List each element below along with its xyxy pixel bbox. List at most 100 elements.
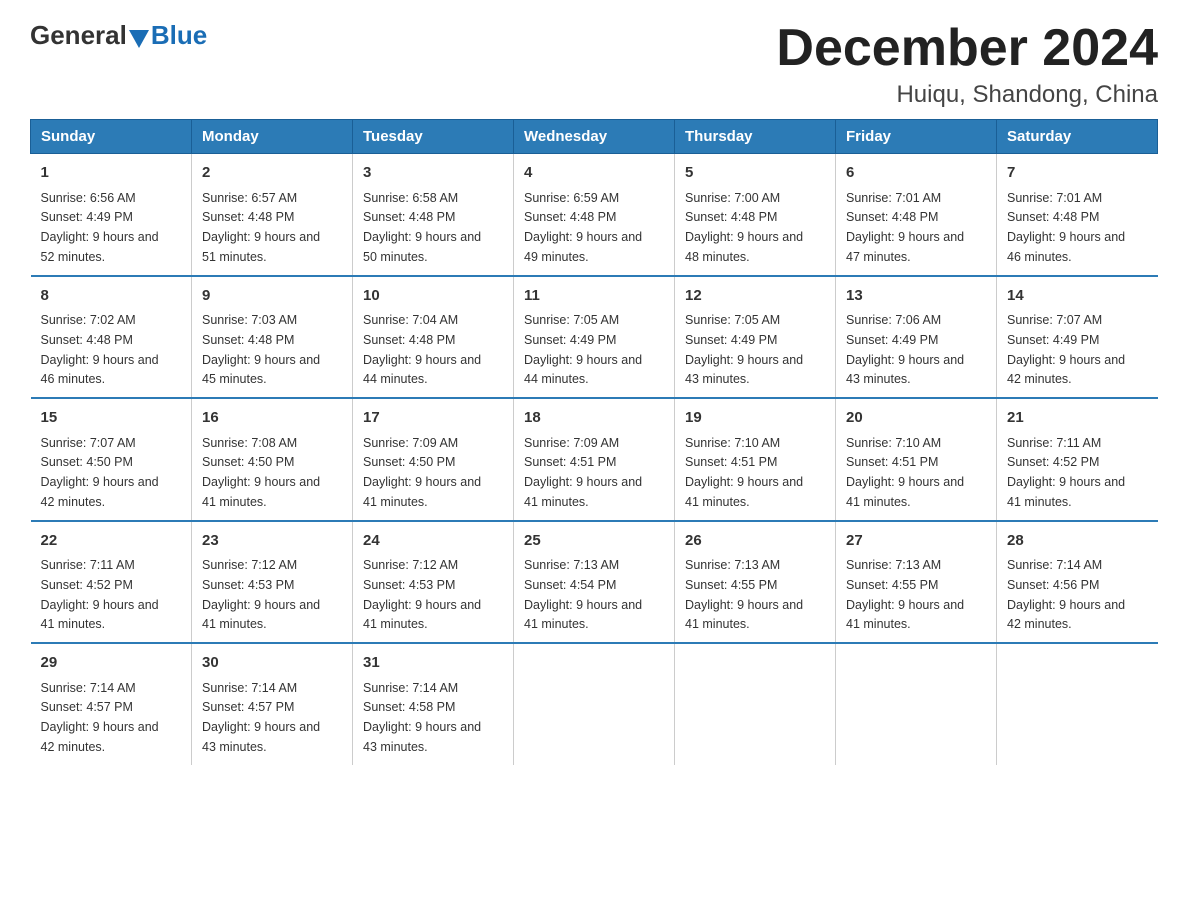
calendar-cell: 7 Sunrise: 7:01 AMSunset: 4:48 PMDaylight… [997, 154, 1158, 276]
day-info: Sunrise: 7:14 AMSunset: 4:56 PMDaylight:… [1007, 558, 1125, 631]
day-info: Sunrise: 7:09 AMSunset: 4:50 PMDaylight:… [363, 436, 481, 509]
day-info: Sunrise: 6:57 AMSunset: 4:48 PMDaylight:… [202, 191, 320, 264]
day-number: 24 [363, 530, 503, 553]
header-cell-sunday: Sunday [31, 120, 192, 154]
day-number: 17 [363, 407, 503, 430]
day-number: 15 [41, 407, 182, 430]
calendar-cell: 2 Sunrise: 6:57 AMSunset: 4:48 PMDaylight… [192, 154, 353, 276]
calendar-cell: 3Sunrise: 6:58 AMSunset: 4:48 PMDaylight… [353, 154, 514, 276]
day-info: Sunrise: 7:13 AMSunset: 4:55 PMDaylight:… [685, 558, 803, 631]
header-cell-monday: Monday [192, 120, 353, 154]
day-number: 28 [1007, 530, 1148, 553]
day-number: 1 [41, 162, 182, 185]
calendar-cell: 28 Sunrise: 7:14 AMSunset: 4:56 PMDayligh… [997, 521, 1158, 644]
day-info: Sunrise: 7:14 AMSunset: 4:57 PMDaylight:… [41, 681, 159, 754]
day-number: 12 [685, 285, 825, 308]
logo-blue-text: Blue [151, 20, 207, 51]
day-number: 8 [41, 285, 182, 308]
calendar-cell: 14 Sunrise: 7:07 AMSunset: 4:49 PMDayligh… [997, 276, 1158, 399]
calendar-cell: 31Sunrise: 7:14 AMSunset: 4:58 PMDayligh… [353, 643, 514, 765]
day-info: Sunrise: 7:09 AMSunset: 4:51 PMDaylight:… [524, 436, 642, 509]
header-cell-tuesday: Tuesday [353, 120, 514, 154]
day-number: 13 [846, 285, 986, 308]
day-info: Sunrise: 7:01 AMSunset: 4:48 PMDaylight:… [1007, 191, 1125, 264]
day-number: 25 [524, 530, 664, 553]
day-info: Sunrise: 7:11 AMSunset: 4:52 PMDaylight:… [1007, 436, 1125, 509]
calendar-cell: 11 Sunrise: 7:05 AMSunset: 4:49 PMDayligh… [514, 276, 675, 399]
calendar-cell: 1 Sunrise: 6:56 AMSunset: 4:49 PMDaylight… [31, 154, 192, 276]
day-number: 29 [41, 652, 182, 675]
day-info: Sunrise: 7:14 AMSunset: 4:57 PMDaylight:… [202, 681, 320, 754]
calendar-cell: 16Sunrise: 7:08 AMSunset: 4:50 PMDayligh… [192, 398, 353, 521]
day-info: Sunrise: 7:01 AMSunset: 4:48 PMDaylight:… [846, 191, 964, 264]
calendar-cell: 29 Sunrise: 7:14 AMSunset: 4:57 PMDayligh… [31, 643, 192, 765]
calendar-cell: 22Sunrise: 7:11 AMSunset: 4:52 PMDayligh… [31, 521, 192, 644]
logo: General Blue [30, 20, 207, 51]
calendar-cell [675, 643, 836, 765]
logo-general-text: General [30, 20, 127, 51]
day-info: Sunrise: 7:13 AMSunset: 4:55 PMDaylight:… [846, 558, 964, 631]
day-info: Sunrise: 7:07 AMSunset: 4:50 PMDaylight:… [41, 436, 159, 509]
header-cell-thursday: Thursday [675, 120, 836, 154]
calendar-cell: 10 Sunrise: 7:04 AMSunset: 4:48 PMDayligh… [353, 276, 514, 399]
day-number: 11 [524, 285, 664, 308]
header-cell-friday: Friday [836, 120, 997, 154]
calendar-cell: 27 Sunrise: 7:13 AMSunset: 4:55 PMDayligh… [836, 521, 997, 644]
calendar-cell: 9 Sunrise: 7:03 AMSunset: 4:48 PMDaylight… [192, 276, 353, 399]
calendar-week-row: 29 Sunrise: 7:14 AMSunset: 4:57 PMDayligh… [31, 643, 1158, 765]
month-title: December 2024 [776, 20, 1158, 77]
day-info: Sunrise: 7:02 AMSunset: 4:48 PMDaylight:… [41, 313, 159, 386]
day-info: Sunrise: 6:59 AMSunset: 4:48 PMDaylight:… [524, 191, 642, 264]
calendar-cell: 21 Sunrise: 7:11 AMSunset: 4:52 PMDayligh… [997, 398, 1158, 521]
day-info: Sunrise: 7:12 AMSunset: 4:53 PMDaylight:… [202, 558, 320, 631]
calendar-cell: 15 Sunrise: 7:07 AMSunset: 4:50 PMDayligh… [31, 398, 192, 521]
day-info: Sunrise: 7:10 AMSunset: 4:51 PMDaylight:… [846, 436, 964, 509]
day-number: 19 [685, 407, 825, 430]
calendar-cell [997, 643, 1158, 765]
day-info: Sunrise: 7:04 AMSunset: 4:48 PMDaylight:… [363, 313, 481, 386]
calendar-cell: 23Sunrise: 7:12 AMSunset: 4:53 PMDayligh… [192, 521, 353, 644]
calendar-cell: 13Sunrise: 7:06 AMSunset: 4:49 PMDayligh… [836, 276, 997, 399]
day-number: 21 [1007, 407, 1148, 430]
calendar-header-row: SundayMondayTuesdayWednesdayThursdayFrid… [31, 120, 1158, 154]
calendar-cell: 6Sunrise: 7:01 AMSunset: 4:48 PMDaylight… [836, 154, 997, 276]
calendar-week-row: 15 Sunrise: 7:07 AMSunset: 4:50 PMDayligh… [31, 398, 1158, 521]
day-info: Sunrise: 7:05 AMSunset: 4:49 PMDaylight:… [685, 313, 803, 386]
calendar-cell: 30 Sunrise: 7:14 AMSunset: 4:57 PMDayligh… [192, 643, 353, 765]
day-number: 3 [363, 162, 503, 185]
calendar-cell: 5Sunrise: 7:00 AMSunset: 4:48 PMDaylight… [675, 154, 836, 276]
day-info: Sunrise: 7:12 AMSunset: 4:53 PMDaylight:… [363, 558, 481, 631]
calendar-week-row: 1 Sunrise: 6:56 AMSunset: 4:49 PMDaylight… [31, 154, 1158, 276]
day-number: 9 [202, 285, 342, 308]
calendar-cell [836, 643, 997, 765]
day-number: 14 [1007, 285, 1148, 308]
calendar-cell: 20Sunrise: 7:10 AMSunset: 4:51 PMDayligh… [836, 398, 997, 521]
day-number: 5 [685, 162, 825, 185]
day-number: 4 [524, 162, 664, 185]
day-info: Sunrise: 7:03 AMSunset: 4:48 PMDaylight:… [202, 313, 320, 386]
calendar-cell: 17 Sunrise: 7:09 AMSunset: 4:50 PMDayligh… [353, 398, 514, 521]
location-title: Huiqu, Shandong, China [776, 81, 1158, 109]
header-cell-wednesday: Wednesday [514, 120, 675, 154]
day-info: Sunrise: 7:14 AMSunset: 4:58 PMDaylight:… [363, 681, 481, 754]
day-number: 27 [846, 530, 986, 553]
calendar-week-row: 8 Sunrise: 7:02 AMSunset: 4:48 PMDaylight… [31, 276, 1158, 399]
day-number: 2 [202, 162, 342, 185]
calendar-cell: 4 Sunrise: 6:59 AMSunset: 4:48 PMDaylight… [514, 154, 675, 276]
day-number: 10 [363, 285, 503, 308]
calendar-table: SundayMondayTuesdayWednesdayThursdayFrid… [30, 119, 1158, 765]
calendar-cell: 8 Sunrise: 7:02 AMSunset: 4:48 PMDaylight… [31, 276, 192, 399]
day-number: 26 [685, 530, 825, 553]
calendar-cell: 24 Sunrise: 7:12 AMSunset: 4:53 PMDayligh… [353, 521, 514, 644]
calendar-cell: 19Sunrise: 7:10 AMSunset: 4:51 PMDayligh… [675, 398, 836, 521]
day-info: Sunrise: 6:56 AMSunset: 4:49 PMDaylight:… [41, 191, 159, 264]
calendar-cell: 18Sunrise: 7:09 AMSunset: 4:51 PMDayligh… [514, 398, 675, 521]
day-info: Sunrise: 7:05 AMSunset: 4:49 PMDaylight:… [524, 313, 642, 386]
calendar-week-row: 22Sunrise: 7:11 AMSunset: 4:52 PMDayligh… [31, 521, 1158, 644]
day-number: 7 [1007, 162, 1148, 185]
logo-triangle-icon [129, 30, 149, 48]
header-cell-saturday: Saturday [997, 120, 1158, 154]
day-number: 30 [202, 652, 342, 675]
day-info: Sunrise: 7:07 AMSunset: 4:49 PMDaylight:… [1007, 313, 1125, 386]
calendar-cell: 25Sunrise: 7:13 AMSunset: 4:54 PMDayligh… [514, 521, 675, 644]
